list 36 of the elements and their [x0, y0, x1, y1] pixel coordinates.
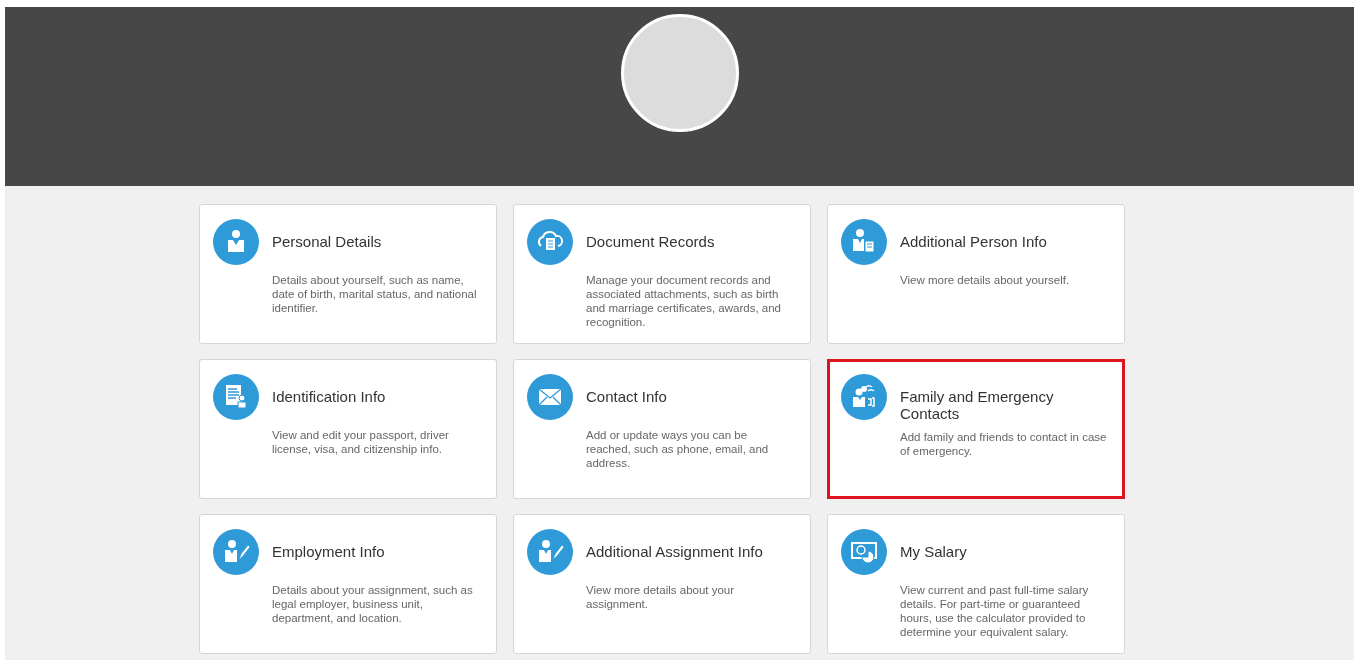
- tile-icon: [841, 374, 887, 420]
- tile-card[interactable]: Additional Assignment Info View more details about your assignment.: [513, 514, 811, 654]
- tile-title: Employment Info: [272, 543, 385, 560]
- tile-description: Manage your document records and associated attachments, such as birth and marriage certificates, awards, and recognition.: [586, 273, 782, 329]
- tile-card[interactable]: Additional Person Info View more details about yourself.: [827, 204, 1125, 344]
- tile-card[interactable]: Employment Info Details about your assignment, such as legal employer, business unit, department, and location.: [199, 514, 497, 654]
- tile-icon: [213, 219, 259, 265]
- tile-icon: [213, 374, 259, 420]
- tile-description: Add family and friends to contact in case of emergency.: [900, 430, 1108, 458]
- tile-description: Details about yourself, such as name, date of birth, marital status, and national identifier.: [272, 273, 478, 315]
- tile-title: Additional Person Info: [900, 233, 1047, 250]
- tile-card[interactable]: Identification Info View and edit your passport, driver license, visa, and citizenship info.: [199, 359, 497, 499]
- tile-icon: [527, 219, 573, 265]
- tile-description: View more details about yourself.: [900, 273, 1070, 287]
- tile-icon: [841, 529, 887, 575]
- tile-description: View and edit your passport, driver license, visa, and citizenship info.: [272, 428, 450, 456]
- tile-title: Personal Details: [272, 233, 382, 250]
- tile-title: Identification Info: [272, 388, 386, 405]
- tile-description: View current and past full-time salary details. For part-time or guaranteed hours, use the calculator provided to determine your equivalent salary.: [900, 583, 1090, 639]
- tile-title: Contact Info: [586, 388, 667, 405]
- tile-title: Document Records: [586, 233, 715, 250]
- tile-title: My Salary: [900, 543, 967, 560]
- tile-title: Additional Assignment Info: [586, 543, 763, 560]
- tile-description: Details about your assignment, such as legal employer, business unit, department, and location.: [272, 583, 474, 625]
- tile-card[interactable]: Family and Emergency Contacts Add family and friends to contact in case of emergency.: [827, 359, 1125, 499]
- tile-card[interactable]: My Salary View current and past full-time salary details. For part-time or guaranteed hours, use the calculator provided to determine your equivalent salary.: [827, 514, 1125, 654]
- tile-card[interactable]: Personal Details Details about yourself, such as name, date of birth, marital status, and national identifier.: [199, 204, 497, 344]
- tile-icon: [841, 219, 887, 265]
- tile-card[interactable]: Document Records Manage your document records and associated attachments, such as birth and marriage certificates, awards, and recognition.: [513, 204, 811, 344]
- tile-icon: [527, 529, 573, 575]
- tile-description: View more details about your assignment.: [586, 583, 736, 611]
- tile-icon: [527, 374, 573, 420]
- tile-description: Add or update ways you can be reached, such as phone, email, and address.: [586, 428, 770, 470]
- tile-title: Family and Emergency Contacts: [900, 388, 1055, 422]
- tile-icon: [213, 529, 259, 575]
- tile-card[interactable]: Contact Info Add or update ways you can be reached, such as phone, email, and address.: [513, 359, 811, 499]
